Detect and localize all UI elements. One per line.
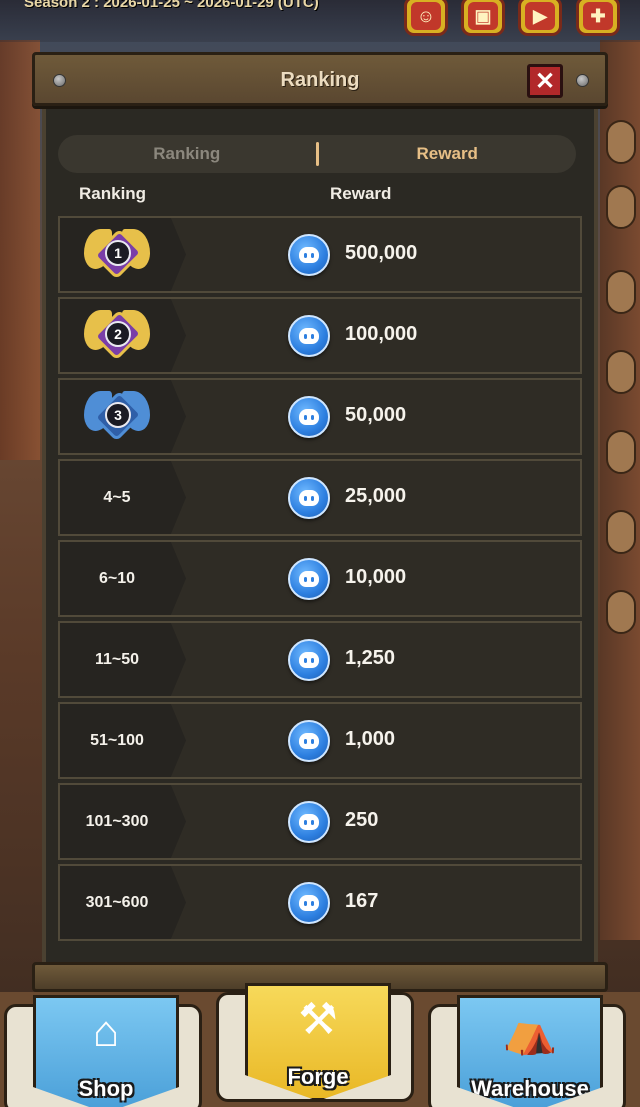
profile-icon: ☺ (416, 5, 436, 26)
rank-cell: 6~10 (60, 542, 186, 615)
side-bubble (606, 350, 636, 394)
nav-forge-label: Forge (287, 1064, 349, 1089)
rank-number: 1 (105, 239, 131, 266)
rank-cell: 1 (60, 218, 186, 291)
anvil-icon: ⚒ (298, 995, 338, 1044)
rank-range: 4~5 (103, 488, 131, 506)
reward-amount: 1,000 (345, 728, 396, 750)
rank-blue-medal-icon: 3 (82, 385, 152, 449)
shop-stall-icon: ⌂ (92, 1007, 120, 1056)
reward-amount: 167 (345, 890, 379, 912)
side-bubble (606, 120, 636, 164)
blue-coin-icon (288, 801, 330, 843)
rank-range: 101~300 (85, 812, 149, 830)
reward-row: 3 50,000 (58, 378, 582, 455)
blue-coin-icon (288, 234, 330, 276)
blue-coin-icon (288, 477, 330, 519)
rank-cell: 2 (60, 299, 186, 372)
side-bubble (606, 510, 636, 554)
rank-cell: 101~300 (60, 785, 186, 858)
ranking-modal-header: Ranking ✕ (32, 52, 608, 106)
side-bubble (606, 270, 636, 314)
tab-ranking[interactable]: Ranking (58, 144, 316, 164)
rank-number: 2 (105, 320, 131, 347)
side-bubble (606, 590, 636, 634)
reward-amount: 50,000 (345, 404, 407, 426)
reward-row: 6~10 10,000 (58, 540, 582, 617)
blue-coin-icon (288, 639, 330, 681)
column-header-ranking: Ranking (79, 184, 147, 203)
blue-coin-icon (288, 315, 330, 357)
tab-reward[interactable]: Reward (319, 144, 577, 164)
reward-row: 101~300 250 (58, 783, 582, 860)
wallet-icon: ▣ (474, 5, 492, 26)
reward-amount: 10,000 (345, 566, 407, 588)
reward-row: 4~5 25,000 (58, 459, 582, 536)
blue-coin-icon (288, 396, 330, 438)
column-header-reward: Reward (330, 184, 392, 203)
reward-row: 51~100 1,000 (58, 702, 582, 779)
rank-cell: 11~50 (60, 623, 186, 696)
reward-amount: 25,000 (345, 485, 407, 507)
modal-title: Ranking (280, 69, 360, 91)
reward-amount: 250 (345, 809, 379, 831)
close-icon: ✕ (534, 67, 556, 95)
reward-row: 11~50 1,250 (58, 621, 582, 698)
rank-cell: 51~100 (60, 704, 186, 777)
blue-coin-icon (288, 882, 330, 924)
rank-gold-medal-icon: 1 (82, 223, 152, 287)
top-bar: Season 2 : 2026-01-25 ~ 2026-01-29 (UTC)… (0, 0, 640, 42)
nav-forge-button[interactable]: ⚒ Forge (216, 983, 414, 1102)
wallet-button[interactable]: ▣ (461, 0, 505, 36)
rank-cell: 3 (60, 380, 186, 453)
gamepad-button[interactable]: ✚ (576, 0, 620, 36)
nav-warehouse-label: Warehouse (471, 1076, 589, 1101)
side-bubble (606, 430, 636, 474)
rank-gold-medal-icon: 2 (82, 304, 152, 368)
rank-number: 3 (105, 401, 131, 428)
video-ad-icon: ▶ (533, 5, 547, 26)
bottom-navigation: ⌂ Shop ⚒ Forge ⛺ Warehouse (0, 983, 640, 1107)
reward-amount: 500,000 (345, 242, 418, 264)
reward-amount: 100,000 (345, 323, 418, 345)
nav-warehouse-button[interactable]: ⛺ Warehouse (428, 995, 626, 1107)
blue-coin-icon (288, 720, 330, 762)
rank-range: 51~100 (90, 731, 144, 749)
rank-range: 11~50 (94, 650, 140, 668)
rank-range: 6~10 (98, 569, 136, 587)
profile-button[interactable]: ☺ (404, 0, 448, 36)
side-bubble (606, 185, 636, 229)
season-date-range: Season 2 : 2026-01-25 ~ 2026-01-29 (UTC) (24, 0, 319, 11)
reward-row: 1 500,000 (58, 216, 582, 293)
reward-amount: 1,250 (345, 647, 396, 669)
background-wall-right (600, 40, 640, 940)
rank-cell: 4~5 (60, 461, 186, 534)
rank-range: 301~600 (85, 893, 149, 911)
rank-cell: 301~600 (60, 866, 186, 939)
reward-row: 2 100,000 (58, 297, 582, 374)
nav-shop-button[interactable]: ⌂ Shop (4, 995, 202, 1107)
close-button[interactable]: ✕ (527, 64, 563, 98)
nav-shop-label: Shop (78, 1076, 134, 1101)
blue-coin-icon (288, 558, 330, 600)
video-ad-button[interactable]: ▶ (518, 0, 562, 36)
tab-bar: Ranking Reward (58, 135, 576, 173)
gamepad-icon: ✚ (590, 5, 606, 26)
warehouse-hut-icon: ⛺ (502, 1007, 558, 1056)
reward-row: 301~600 167 (58, 864, 582, 941)
